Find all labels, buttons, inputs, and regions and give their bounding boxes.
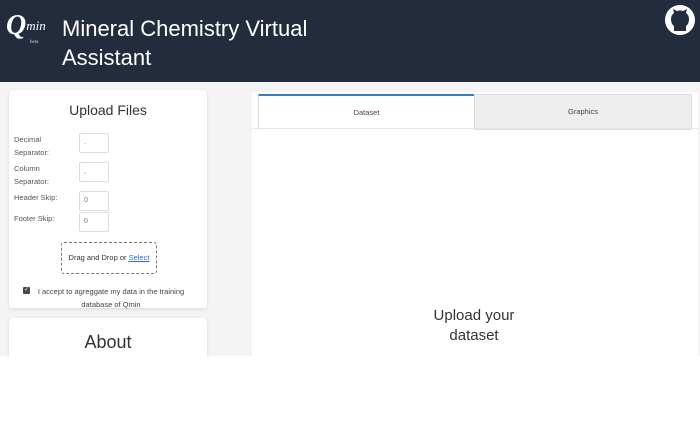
app-header: Qmin beta Mineral Chemistry Virtual Assi… [0,0,700,82]
decimal-separator-label: Decimal Separator: [14,135,50,157]
app-title: Mineral Chemistry Virtual Assistant [62,16,308,70]
about-card: About [9,318,207,356]
accept-checkbox[interactable]: ✓ [23,287,30,294]
logo-letter: Q [6,10,27,41]
decimal-separator-input[interactable]: . [79,133,109,153]
column-separator-input[interactable]: , [79,162,109,182]
header-skip-label: Header Skip: [14,193,58,202]
header-skip-input[interactable]: 0 [79,191,109,211]
upload-files-title: Upload Files [69,102,147,118]
file-dropzone[interactable]: Drag and Drop or Select [61,242,157,274]
tab-dataset[interactable]: Dataset [258,94,475,130]
select-link[interactable]: Select [129,253,150,262]
dropzone-text: Drag and Drop or [68,253,129,262]
logo-subtext: beta [30,40,39,45]
tab-divider [252,128,698,129]
footer-skip-label: Footer Skip: [14,214,55,223]
footer-skip-input[interactable]: 0 [79,212,109,232]
qmin-logo: Qmin beta [6,10,46,45]
column-separator-label: Column Separator: [14,164,50,186]
tab-graphics[interactable]: Graphics [474,94,692,130]
upload-files-card: Upload Files Decimal Separator: . Column… [9,90,207,311]
accept-text: I accept to agreggate my data in the tra… [37,287,185,309]
content-area: Upload Files Decimal Separator: . Column… [0,82,700,356]
about-title: About [84,332,132,352]
accept-terms-row: ✓ I accept to agreggate my data in the t… [23,285,195,311]
main-panel: Dataset Graphics Upload your dataset [252,92,698,356]
github-icon[interactable] [664,4,696,38]
logo-suffix: min [26,18,46,33]
upload-dataset-message: Upload your dataset [433,307,515,344]
